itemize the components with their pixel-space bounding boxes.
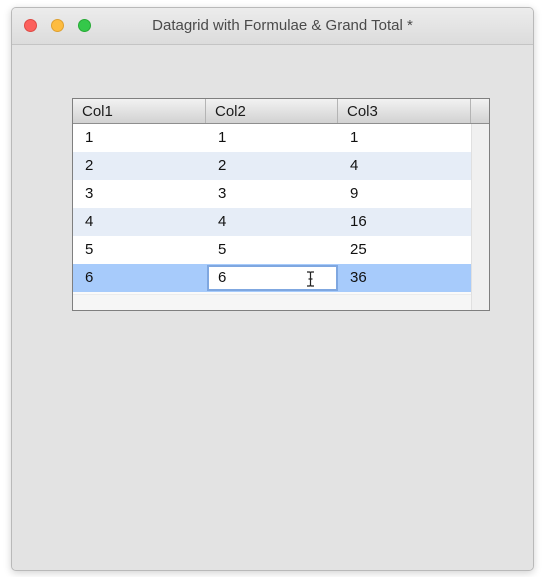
table-cell[interactable]: 36 — [338, 264, 471, 292]
app-window: Datagrid with Formulae & Grand Total * C… — [11, 7, 534, 571]
vertical-scrollbar[interactable] — [471, 124, 489, 310]
window-title: Datagrid with Formulae & Grand Total * — [152, 17, 413, 34]
empty-row-area — [73, 294, 471, 310]
column-header-col2[interactable]: Col2 — [206, 99, 338, 123]
table-cell[interactable]: 1 — [338, 124, 471, 152]
table-cell[interactable]: 25 — [338, 236, 471, 264]
table-cell[interactable]: 3 — [73, 180, 206, 208]
table-cell[interactable]: 1 — [206, 124, 338, 152]
table-cell[interactable]: 9 — [338, 180, 471, 208]
table-row[interactable]: 5 5 25 — [73, 236, 471, 264]
table-cell[interactable]: 6 — [73, 264, 206, 292]
column-header-col1[interactable]: Col1 — [73, 99, 206, 123]
table-row[interactable]: 339 — [73, 180, 471, 208]
table-cell[interactable]: 5 — [73, 236, 206, 264]
column-header-col3[interactable]: Col3 — [338, 99, 471, 123]
text-cursor-icon — [307, 271, 314, 287]
table-row[interactable]: 4 4 16 — [73, 208, 471, 236]
title-bar[interactable]: Datagrid with Formulae & Grand Total * — [12, 8, 533, 45]
datagrid-header: Col1 Col2 Col3 — [73, 99, 489, 124]
table-row[interactable]: 224 — [73, 152, 471, 180]
table-cell[interactable]: 3 — [206, 180, 338, 208]
table-cell[interactable]: 4 — [206, 208, 338, 236]
table-cell[interactable]: 4 — [338, 152, 471, 180]
window-content: Col1 Col2 Col3 1 1 1 2 2 4 3 3 9 4 4 16 5 5 25 6 6 36 — [12, 45, 533, 570]
cell-edit-field[interactable]: 6 — [207, 265, 338, 291]
table-cell[interactable]: 1 — [73, 124, 206, 152]
table-cell[interactable]: 5 — [206, 236, 338, 264]
datagrid[interactable]: Col1 Col2 Col3 1 1 1 2 2 4 3 3 9 4 4 16 5 5 25 6 6 36 — [72, 98, 490, 311]
table-row[interactable]: 6 6 36 — [73, 264, 471, 292]
table-cell[interactable]: 4 — [73, 208, 206, 236]
table-cell[interactable]: 16 — [338, 208, 471, 236]
table-cell[interactable]: 2 — [206, 152, 338, 180]
table-row[interactable]: 111 — [73, 124, 471, 152]
table-cell[interactable]: 2 — [73, 152, 206, 180]
column-header-corner — [471, 99, 489, 123]
